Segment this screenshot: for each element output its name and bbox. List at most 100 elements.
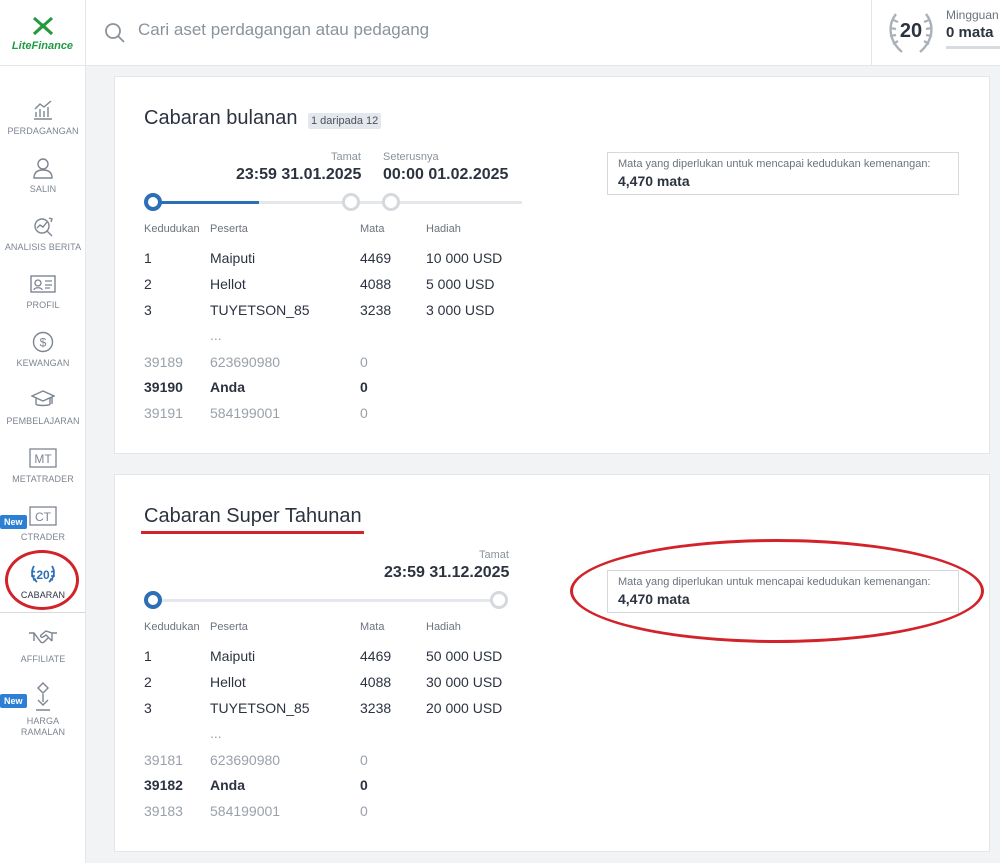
row-points: 0 bbox=[360, 379, 368, 395]
row-points: 0 bbox=[360, 803, 368, 819]
new-badge: New bbox=[0, 515, 27, 529]
sidebar-item-analisis-berita[interactable]: ANALISIS BERITA bbox=[0, 214, 86, 253]
row-name: TUYETSON_85 bbox=[210, 302, 310, 318]
forecast-icon bbox=[36, 682, 50, 711]
id-card-icon bbox=[30, 275, 56, 293]
row-prize: 3 000 USD bbox=[426, 302, 495, 318]
timeline-next-dot bbox=[382, 193, 400, 211]
sidebar-item-label: PROFIL bbox=[26, 300, 60, 310]
yearly-title: Cabaran Super Tahunan bbox=[144, 505, 362, 527]
timeline-start-dot bbox=[144, 591, 162, 609]
svg-text:$: $ bbox=[40, 336, 47, 350]
col-header-prize: Hadiah bbox=[426, 223, 461, 235]
mt-icon: MT bbox=[29, 448, 57, 468]
row-prize: 10 000 USD bbox=[426, 250, 503, 266]
sidebar-item-perdagangan[interactable]: PERDAGANGAN bbox=[0, 98, 86, 137]
yearly-timeline bbox=[144, 591, 524, 611]
sidebar-item-label: METATRADER bbox=[12, 474, 74, 484]
search-icon[interactable] bbox=[104, 22, 126, 44]
timeline-start-dot bbox=[144, 193, 162, 211]
sidebar-item-kewangan[interactable]: $ KEWANGAN bbox=[0, 330, 86, 369]
col-header-points: Mata bbox=[360, 223, 385, 235]
row-points: 4469 bbox=[360, 648, 392, 664]
row-name: 623690980 bbox=[210, 752, 281, 768]
sidebar-item-label: CTRADER bbox=[20, 532, 66, 542]
row-rank: 39183 bbox=[144, 803, 183, 819]
rank-points: 0 mata bbox=[946, 24, 994, 41]
row-rank: 2 bbox=[144, 276, 152, 292]
end-label: Tamat bbox=[479, 549, 509, 561]
col-header-rank: Kedudukan bbox=[144, 621, 200, 633]
row-points: 3238 bbox=[360, 302, 392, 318]
row-rank: 39191 bbox=[144, 405, 183, 421]
sidebar-item-label: KEWANGAN bbox=[16, 358, 70, 368]
col-header-rank: Kedudukan bbox=[144, 223, 200, 235]
cabaran-highlight-circle bbox=[5, 550, 79, 610]
sidebar-item-label: SALIN bbox=[29, 184, 57, 194]
row-name: Hellot bbox=[210, 674, 246, 690]
logo-lite: Lite bbox=[11, 39, 32, 52]
col-header-points: Mata bbox=[360, 621, 385, 633]
timeline-end-dot bbox=[342, 193, 360, 211]
table-ellipsis: ... bbox=[210, 725, 222, 741]
row-name: 584199001 bbox=[210, 803, 281, 819]
required-points-highlight-circle bbox=[570, 539, 984, 643]
logo-text: LiteFinance bbox=[12, 40, 73, 52]
row-points: 4469 bbox=[360, 250, 392, 266]
svg-text:CT: CT bbox=[35, 510, 52, 524]
dollar-icon: $ bbox=[32, 331, 54, 353]
required-points-value: 4,470 mata bbox=[618, 173, 690, 189]
row-prize: 50 000 USD bbox=[426, 648, 503, 664]
search-input[interactable] bbox=[138, 20, 738, 40]
row-points: 0 bbox=[360, 752, 368, 768]
row-name: 623690980 bbox=[210, 354, 281, 370]
next-date: 00:00 01.02.2025 bbox=[383, 166, 509, 183]
row-name: Maiputi bbox=[210, 648, 256, 664]
row-name: Hellot bbox=[210, 276, 246, 292]
sidebar-item-profil[interactable]: PROFIL bbox=[0, 272, 86, 311]
table-ellipsis: ... bbox=[210, 327, 222, 343]
row-rank: 2 bbox=[144, 674, 152, 690]
row-rank: 3 bbox=[144, 302, 152, 318]
col-header-participant: Peserta bbox=[210, 621, 248, 633]
topbar: 20 Mingguan 0 mata bbox=[86, 0, 1000, 66]
row-name: Maiputi bbox=[210, 250, 256, 266]
sidebar-item-pembelajaran[interactable]: PEMBELAJARAN bbox=[0, 388, 86, 427]
row-rank: 39189 bbox=[144, 354, 183, 370]
sidebar: LiteFinance PERDAGANGAN SALIN ANALISIS B… bbox=[0, 0, 86, 863]
sidebar-item-affiliate[interactable]: AFFILIATE bbox=[0, 626, 86, 665]
sidebar-item-label: AFFILIATE bbox=[20, 654, 66, 664]
logo[interactable]: LiteFinance bbox=[0, 0, 85, 66]
rank-badge: 20 bbox=[884, 6, 938, 60]
row-prize: 5 000 USD bbox=[426, 276, 495, 292]
timeline-end-dot bbox=[490, 591, 508, 609]
sidebar-item-salin[interactable]: SALIN bbox=[0, 156, 86, 195]
row-points: 4088 bbox=[360, 276, 392, 292]
required-points-label: Mata yang diperlukan untuk mencapai kedu… bbox=[618, 158, 931, 170]
row-points: 0 bbox=[360, 405, 368, 421]
ct-icon: CT bbox=[29, 506, 57, 526]
row-name: 584199001 bbox=[210, 405, 281, 421]
sidebar-item-label: PEMBELAJARAN bbox=[6, 416, 80, 426]
row-name: Anda bbox=[210, 379, 245, 395]
end-date: 23:59 31.12.2025 bbox=[384, 564, 510, 581]
monthly-timeline bbox=[144, 193, 524, 213]
rank-period: Mingguan bbox=[946, 8, 999, 22]
sidebar-item-label: ANALISIS BERITA bbox=[4, 242, 82, 252]
timeline-track bbox=[152, 599, 502, 602]
user-icon bbox=[33, 158, 53, 179]
sidebar-item-metatrader[interactable]: MT METATRADER bbox=[0, 446, 86, 485]
timeline-progress bbox=[152, 201, 259, 204]
row-name: Anda bbox=[210, 777, 245, 793]
end-date: 23:59 31.01.2025 bbox=[236, 166, 362, 183]
logo-finance: Finance bbox=[31, 39, 74, 52]
sidebar-item-harga-ramalan[interactable]: HARGA RAMALAN bbox=[0, 682, 86, 738]
row-rank: 3 bbox=[144, 700, 152, 716]
rank-progress-bar bbox=[946, 46, 1000, 49]
row-rank: 1 bbox=[144, 648, 152, 664]
row-prize: 20 000 USD bbox=[426, 700, 503, 716]
row-points: 0 bbox=[360, 777, 368, 793]
sidebar-item-label: PERDAGANGAN bbox=[7, 126, 79, 136]
rank-widget[interactable]: 20 Mingguan 0 mata bbox=[871, 0, 1000, 66]
row-rank: 39181 bbox=[144, 752, 183, 768]
